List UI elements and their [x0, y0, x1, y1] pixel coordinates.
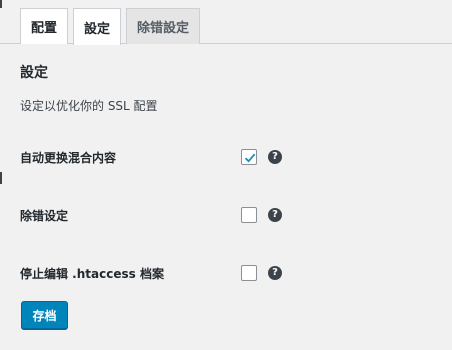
- htaccess-checkbox[interactable]: [241, 265, 257, 281]
- setting-label: 除错设定: [20, 208, 69, 223]
- setting-label: 自动更换混合内容: [20, 150, 117, 165]
- checkmark-icon: [244, 153, 256, 163]
- setting-label: 停止编辑 .htaccess 档案: [20, 266, 164, 281]
- setting-row-htaccess: 停止编辑 .htaccess 档案 ?: [20, 261, 320, 285]
- debug-checkbox[interactable]: [241, 207, 257, 223]
- left-edge-mark-top: [0, 0, 2, 8]
- left-edge-mark-bottom: [0, 172, 2, 184]
- tab-debug-settings[interactable]: 除错設定: [126, 8, 201, 44]
- tab-bar: 配置 設定 除错設定: [20, 8, 205, 45]
- question-circle-icon[interactable]: ?: [268, 266, 282, 280]
- section-description: 设定以优化你的 SSL 配置: [20, 99, 158, 113]
- setting-row-mixed-content: 自动更换混合内容 ?: [20, 145, 320, 169]
- question-circle-icon[interactable]: ?: [268, 208, 282, 222]
- mixed-content-checkbox[interactable]: [241, 149, 257, 165]
- tab-config[interactable]: 配置: [20, 8, 69, 44]
- setting-row-debug: 除错设定 ?: [20, 203, 320, 227]
- question-circle-icon[interactable]: ?: [268, 150, 282, 164]
- tab-settings[interactable]: 設定: [73, 8, 122, 45]
- save-button[interactable]: 存档: [21, 301, 68, 329]
- section-title: 設定: [20, 65, 48, 81]
